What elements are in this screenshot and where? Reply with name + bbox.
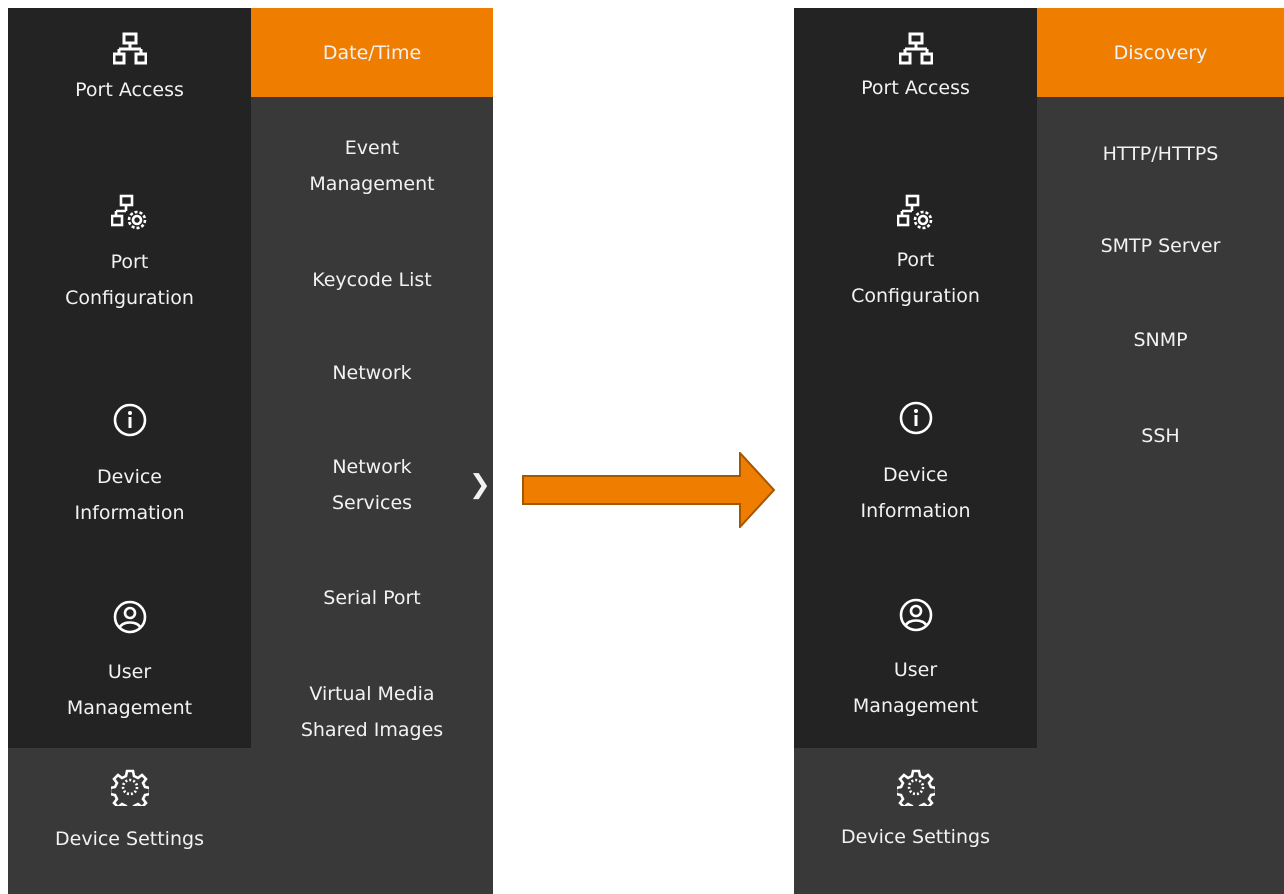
- gear-icon: [110, 769, 149, 806]
- sidebar-item-label: Port Configuration: [851, 249, 980, 307]
- sidebar-item-device-settings[interactable]: Device Settings: [794, 768, 1037, 848]
- sidebar-item-device-information[interactable]: Device Information: [794, 401, 1037, 529]
- submenu-item-keycode-list[interactable]: Keycode List: [251, 262, 493, 298]
- network-services-submenu: Discovery HTTP/HTTPS SMTP Server SNMP SS…: [1037, 8, 1284, 894]
- sidebar-item-device-information[interactable]: Device Information: [8, 403, 251, 531]
- submenu-item-http-https[interactable]: HTTP/HTTPS: [1037, 136, 1284, 172]
- sidebar-item-label: Port Access: [861, 77, 970, 99]
- submenu-item-label: Date/Time: [322, 41, 422, 64]
- submenu-item-event-management[interactable]: Event Management: [251, 130, 493, 202]
- main-sidebar: Port Access Port Configuration Device In…: [794, 8, 1037, 748]
- sidebar-item-label: Port Access: [75, 79, 184, 101]
- sidebar-item-label: Device Settings: [55, 828, 204, 850]
- sidebar-item-port-access[interactable]: Port Access: [8, 32, 251, 108]
- sidebar-item-label: Device Settings: [841, 826, 990, 848]
- info-icon: [899, 401, 932, 435]
- user-icon: [113, 600, 146, 634]
- submenu-item-date-time[interactable]: Date/Time: [251, 8, 493, 97]
- gear-icon: [896, 769, 935, 806]
- submenu-item-ssh[interactable]: SSH: [1037, 418, 1284, 454]
- sidebar-item-label: Device Information: [860, 464, 971, 522]
- sidebar-item-label: User Management: [66, 661, 193, 719]
- sidebar-item-device-settings[interactable]: Device Settings: [8, 768, 251, 850]
- submenu-item-virtual-media[interactable]: Virtual Media Shared Images: [251, 676, 493, 748]
- submenu-item-serial-port[interactable]: Serial Port: [251, 580, 493, 616]
- submenu-item-snmp[interactable]: SNMP: [1037, 322, 1284, 358]
- submenu-item-network[interactable]: Network: [251, 355, 493, 391]
- sidebar-item-user-management[interactable]: User Management: [794, 598, 1037, 724]
- chevron-right-icon: ❯: [469, 470, 491, 500]
- sidebar-item-label: User Management: [852, 659, 979, 717]
- network-gear-icon: [110, 194, 146, 230]
- device-settings-submenu: Date/Time Event Management Keycode List …: [251, 8, 493, 894]
- submenu-item-discovery[interactable]: Discovery: [1037, 8, 1284, 97]
- sidebar-item-user-management[interactable]: User Management: [8, 600, 251, 726]
- main-sidebar: Port Access Port Configuration Device In…: [8, 8, 251, 748]
- sidebar-item-port-configuration[interactable]: Port Configuration: [8, 194, 251, 316]
- sidebar-item-port-configuration[interactable]: Port Configuration: [794, 194, 1037, 314]
- right-menu-panel: Port Access Port Configuration Device In…: [794, 8, 1284, 894]
- sidebar-item-label: Port Configuration: [65, 251, 194, 309]
- submenu-item-network-services[interactable]: Network Services: [251, 449, 493, 521]
- sidebar-item-port-access[interactable]: Port Access: [794, 32, 1037, 106]
- submenu-item-label: Discovery: [1113, 41, 1208, 64]
- sidebar-item-label: Device Information: [74, 466, 185, 524]
- user-icon: [899, 598, 932, 632]
- left-menu-panel: Port Access Port Configuration Device In…: [8, 8, 493, 894]
- network-icon: [112, 32, 147, 65]
- network-gear-icon: [896, 194, 932, 230]
- transition-arrow: [522, 452, 776, 528]
- info-icon: [113, 403, 146, 437]
- network-icon: [898, 32, 933, 65]
- submenu-item-smtp-server[interactable]: SMTP Server: [1037, 228, 1284, 264]
